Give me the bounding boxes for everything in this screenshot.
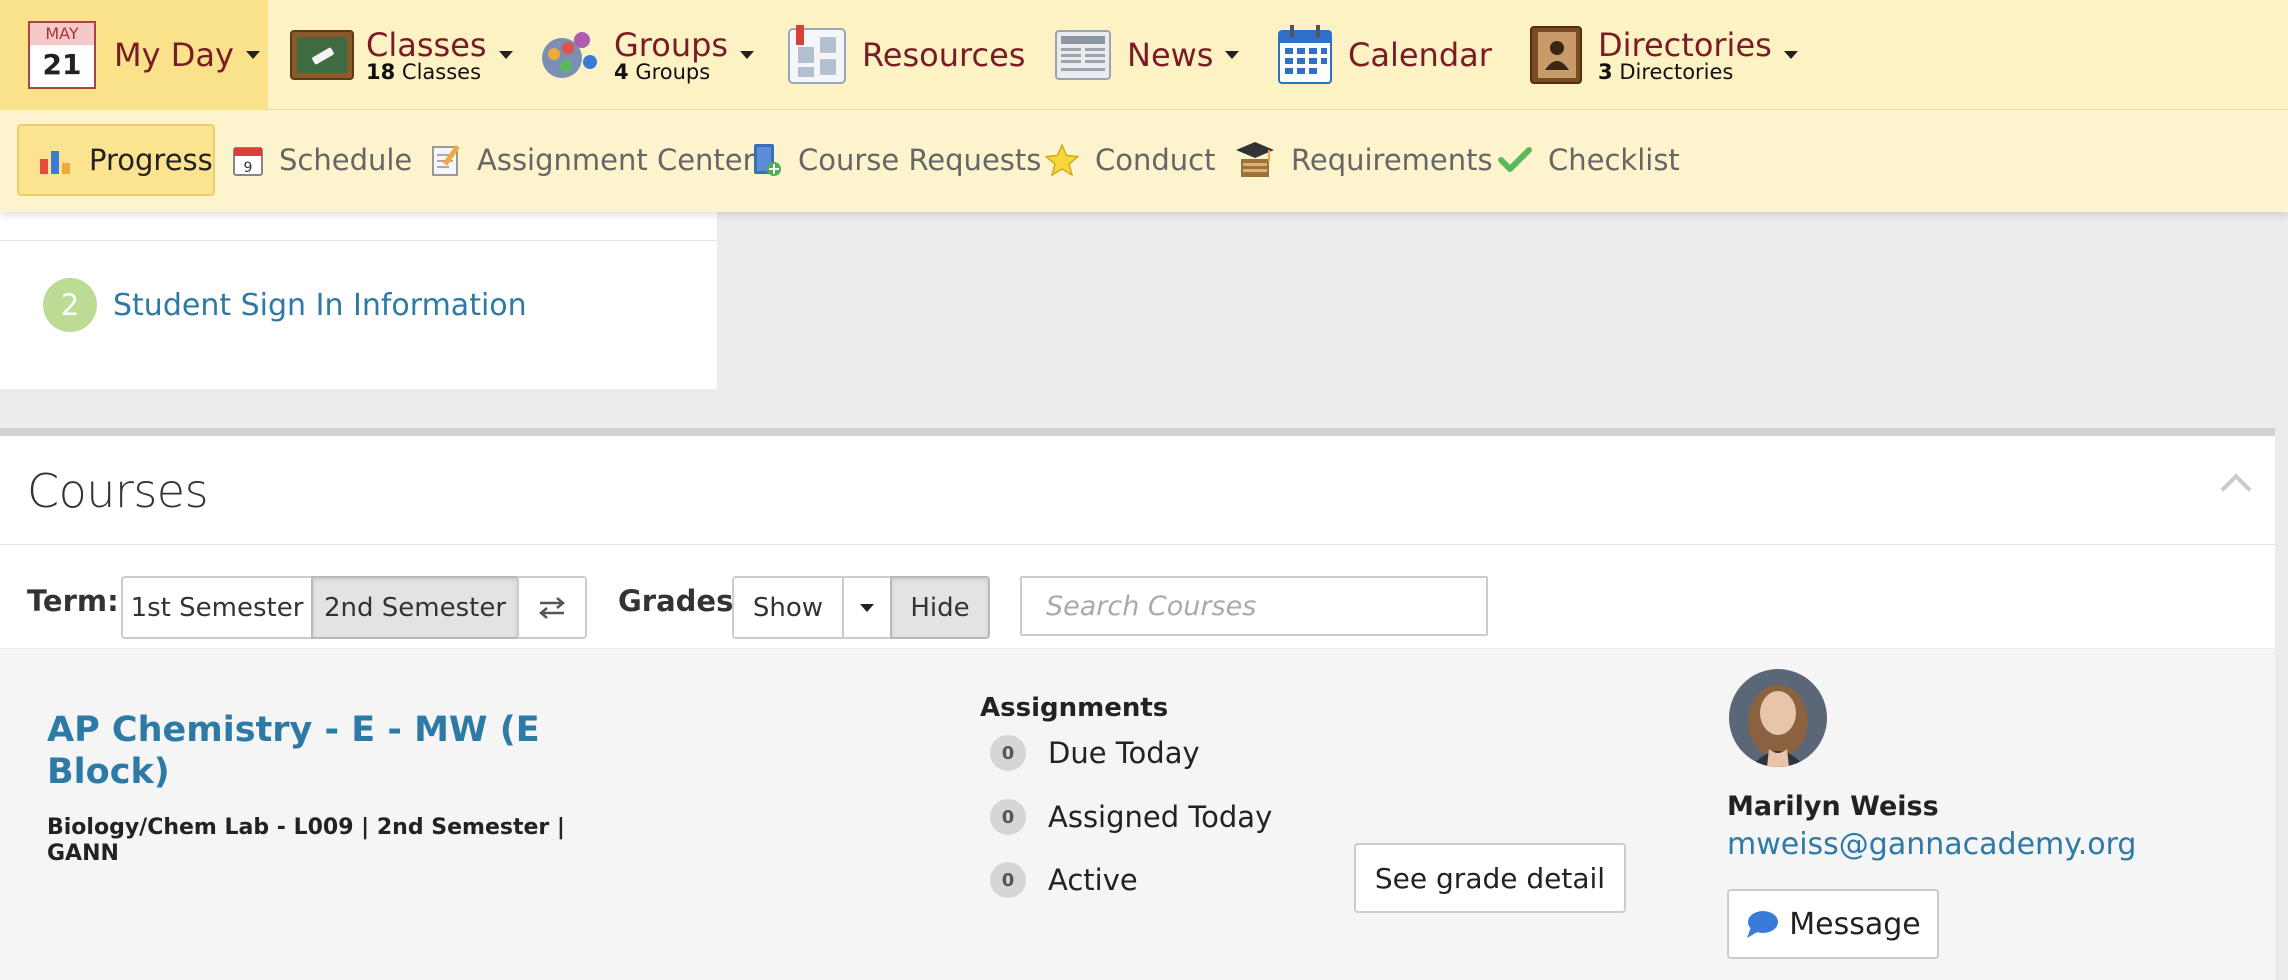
- course-meta: Biology/Chem Lab - L009 | 2nd Semester |…: [47, 815, 565, 866]
- teacher-name: Marilyn Weiss: [1727, 791, 1939, 822]
- nav-groups-label: Groups: [614, 25, 729, 64]
- divider: [0, 240, 717, 241]
- resources-icon: [788, 25, 846, 85]
- nav-calendar[interactable]: Calendar: [1278, 0, 1492, 110]
- courses-heading: Courses: [27, 464, 209, 518]
- term-toggle-group: 1st Semester 2nd Semester: [121, 576, 587, 639]
- top-nav: MAY 21 My Day Classes 18 Classes Groups …: [0, 0, 2288, 110]
- nav-groups[interactable]: Groups 4 Groups: [538, 0, 755, 110]
- grades-toggle-group: Show Hide: [732, 576, 990, 639]
- nav-classes-label: Classes: [366, 25, 487, 64]
- tab-checklist-label: Checklist: [1548, 143, 1680, 177]
- mortarboard-icon: [1235, 141, 1275, 179]
- nav-resources[interactable]: Resources: [788, 0, 1025, 110]
- book-add-icon: [752, 143, 782, 177]
- grades-label: Grades:: [618, 584, 745, 618]
- nav-directories[interactable]: Directories 3 Directories: [1530, 0, 1798, 110]
- address-book-icon: [1530, 26, 1582, 84]
- sub-nav: Progress 9 Schedule Assignment Center Co…: [0, 110, 2288, 212]
- term-1st-semester-button[interactable]: 1st Semester: [121, 576, 313, 639]
- steps-panel: 2 Student Sign In Information: [0, 212, 717, 389]
- calendar-day: 21: [42, 48, 82, 81]
- tab-conduct-label: Conduct: [1095, 143, 1216, 177]
- nav-news-label: News: [1127, 36, 1214, 74]
- divider: [0, 544, 2275, 545]
- tab-requirements[interactable]: Requirements: [1235, 124, 1493, 196]
- tab-checklist[interactable]: Checklist: [1498, 124, 1680, 196]
- grades-dropdown-toggle[interactable]: [842, 576, 892, 639]
- nav-groups-sub: 4 Groups: [614, 59, 711, 84]
- assignment-label: Due Today: [1048, 736, 1200, 770]
- grades-show-button[interactable]: Show: [732, 576, 844, 639]
- message-button-label: Message: [1789, 906, 1921, 942]
- assignment-active[interactable]: 0 Active: [990, 862, 1138, 898]
- chat-bubble-icon: [1745, 909, 1779, 939]
- tab-progress-label: Progress: [89, 143, 213, 177]
- tab-assignment-center-label: Assignment Center: [477, 143, 755, 177]
- search-courses-input[interactable]: [1020, 576, 1488, 636]
- tab-progress[interactable]: Progress: [17, 124, 215, 196]
- assignment-label: Assigned Today: [1048, 800, 1273, 834]
- nav-directories-label: Directories: [1598, 25, 1772, 64]
- count-badge: 0: [990, 799, 1026, 835]
- tab-schedule-label: Schedule: [279, 143, 413, 177]
- tab-assignment-center[interactable]: Assignment Center: [431, 124, 755, 196]
- course-card: AP Chemistry - E - MW (E Block) Biology/…: [0, 648, 2275, 980]
- nav-directories-sub: 3 Directories: [1598, 59, 1734, 84]
- groups-icon: [538, 26, 602, 84]
- chevron-down-icon[interactable]: [1225, 51, 1240, 59]
- course-title-link[interactable]: AP Chemistry - E - MW (E Block): [47, 709, 607, 793]
- svg-text:9: 9: [244, 160, 253, 176]
- tab-requirements-label: Requirements: [1291, 143, 1493, 177]
- bar-chart-icon: [39, 145, 73, 175]
- calendar-icon: [1278, 25, 1332, 85]
- assignment-assigned-today[interactable]: 0 Assigned Today: [990, 799, 1272, 835]
- star-icon: [1045, 144, 1079, 176]
- count-badge: 0: [990, 735, 1026, 771]
- tab-schedule[interactable]: 9 Schedule: [233, 124, 412, 196]
- nav-classes-sub: 18 Classes: [366, 59, 482, 84]
- chevron-down-icon[interactable]: [498, 51, 513, 59]
- assignment-due-today[interactable]: 0 Due Today: [990, 735, 1200, 771]
- message-button[interactable]: Message: [1727, 889, 1939, 959]
- teacher-avatar[interactable]: [1729, 669, 1827, 767]
- notepad-icon: [431, 144, 461, 176]
- newspaper-icon: [1055, 30, 1111, 80]
- chevron-down-icon[interactable]: [740, 51, 755, 59]
- chevron-down-icon: [860, 603, 874, 612]
- calendar-9-icon: 9: [233, 144, 263, 176]
- calendar-month: MAY: [30, 23, 94, 45]
- tab-course-requests[interactable]: Course Requests: [752, 124, 1041, 196]
- chevron-down-icon[interactable]: [1783, 51, 1798, 59]
- assignment-label: Active: [1048, 863, 1138, 897]
- nav-my-day-label: My Day: [114, 36, 234, 74]
- nav-resources-label: Resources: [862, 36, 1026, 74]
- nav-news[interactable]: News: [1055, 0, 1240, 110]
- chalkboard-icon: [290, 30, 354, 80]
- nav-calendar-label: Calendar: [1348, 36, 1492, 74]
- tab-course-requests-label: Course Requests: [798, 143, 1042, 177]
- assignments-heading: Assignments: [980, 693, 1169, 723]
- swap-arrows-icon[interactable]: [517, 576, 587, 639]
- nav-classes[interactable]: Classes 18 Classes: [290, 0, 513, 110]
- nav-my-day[interactable]: MAY 21 My Day: [0, 0, 268, 110]
- grades-hide-button[interactable]: Hide: [890, 576, 990, 639]
- collapse-chevron-icon[interactable]: [2220, 473, 2252, 505]
- student-sign-in-link[interactable]: Student Sign In Information: [113, 288, 527, 323]
- step-item: 2 Student Sign In Information: [43, 278, 527, 332]
- checkmark-icon: [1498, 146, 1532, 174]
- tab-conduct[interactable]: Conduct: [1045, 124, 1215, 196]
- teacher-email-link[interactable]: mweiss@gannacademy.org: [1727, 827, 2136, 862]
- chevron-down-icon[interactable]: [245, 51, 260, 59]
- term-label: Term:: [27, 584, 119, 618]
- courses-panel: Courses Term: 1st Semester 2nd Semester …: [0, 428, 2275, 980]
- step-number-badge: 2: [43, 278, 97, 332]
- see-grade-detail-button[interactable]: See grade detail: [1354, 843, 1626, 913]
- calendar-date-icon: MAY 21: [28, 21, 96, 89]
- term-2nd-semester-button[interactable]: 2nd Semester: [311, 576, 519, 639]
- count-badge: 0: [990, 862, 1026, 898]
